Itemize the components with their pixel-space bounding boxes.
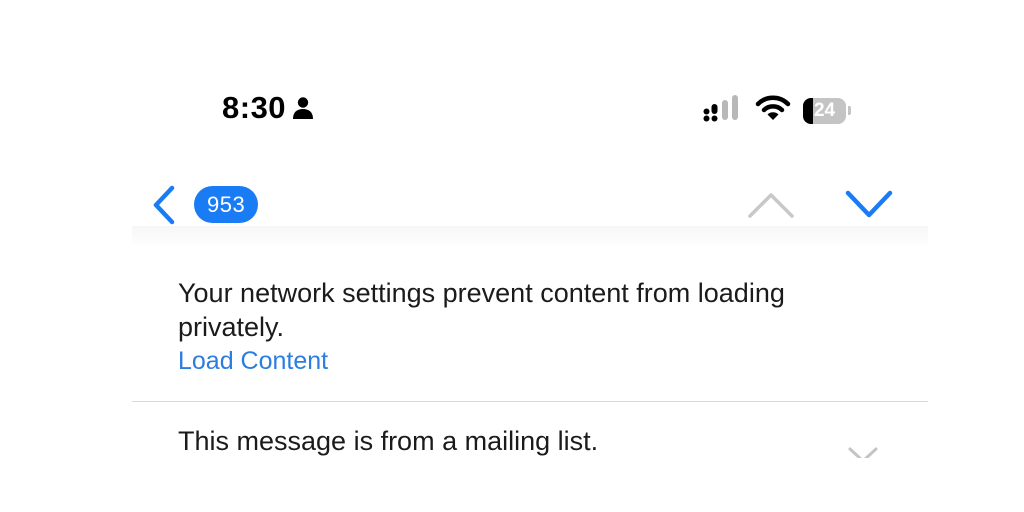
previous-message-button: [746, 190, 796, 220]
status-bar-time-group: 8:30: [222, 90, 314, 126]
mailing-list-row[interactable]: This message is from a mailing list.: [132, 422, 928, 458]
mailing-list-text: This message is from a mailing list.: [178, 426, 599, 456]
status-time: 8:30: [222, 90, 287, 125]
section-divider: [132, 401, 928, 402]
status-bar-indicators: 24: [703, 94, 851, 127]
chevron-down-icon[interactable]: [847, 446, 879, 458]
cellular-signal-icon: [703, 94, 743, 127]
mail-message-screen: 8:30 24 953 Your network settings preven…: [0, 0, 1024, 512]
battery-body: 24: [803, 97, 847, 124]
nav-bar-shadow: [132, 226, 928, 248]
unread-count-badge[interactable]: 953: [194, 186, 259, 223]
next-message-button[interactable]: [844, 188, 894, 220]
battery-icon: 24: [803, 97, 851, 124]
chevron-left-icon: [153, 185, 175, 225]
chevron-down-icon: [845, 190, 893, 218]
battery-cap: [848, 106, 851, 115]
wifi-icon: [755, 95, 791, 126]
load-content-link[interactable]: Load Content: [178, 347, 328, 376]
battery-level-text: 24: [813, 99, 836, 121]
person-icon: [292, 96, 314, 120]
chevron-up-icon: [748, 193, 794, 218]
privacy-warning-text: Your network settings prevent content fr…: [178, 278, 785, 342]
back-button[interactable]: [148, 184, 180, 226]
